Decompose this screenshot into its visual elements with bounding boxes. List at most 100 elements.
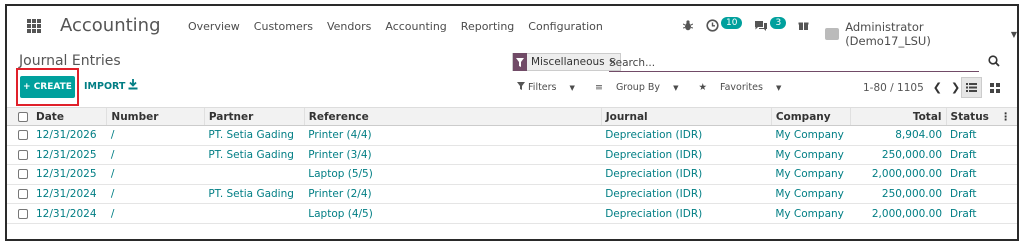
journal-entries-table: Date Number Partner Reference Journal Co…: [7, 107, 1017, 224]
caret-down-icon: ▼: [1010, 29, 1017, 39]
download-icon[interactable]: [128, 79, 138, 93]
chevron-left-icon[interactable]: ❮: [933, 81, 942, 94]
groupby-dropdown[interactable]: ≡ Group By ▼: [595, 82, 689, 93]
cell-partner[interactable]: PT. Setia Gading: [204, 125, 305, 146]
cell-company[interactable]: My Company: [771, 184, 851, 205]
cell-status[interactable]: Draft: [946, 164, 994, 185]
clock-icon[interactable]: [706, 19, 719, 35]
user-name: Administrator (Demo17_LSU): [845, 20, 931, 48]
cell-total[interactable]: 250,000.00: [850, 145, 947, 166]
favorites-dropdown[interactable]: ★ Favorites ▼: [698, 82, 791, 93]
cell-reference[interactable]: Printer (3/4): [304, 145, 602, 166]
filters-label: Filters: [528, 82, 557, 93]
cell-reference[interactable]: Laptop (5/5): [304, 164, 602, 185]
cell-total[interactable]: 2,000,000.00: [850, 203, 947, 224]
cell-status[interactable]: Draft: [946, 203, 994, 224]
gift-icon[interactable]: [798, 20, 809, 34]
app-window: Accounting Overview Customers Vendors Ac…: [5, 4, 1019, 241]
cell-partner[interactable]: [204, 164, 305, 185]
cell-status[interactable]: Draft: [946, 184, 994, 205]
column-journal[interactable]: Journal: [600, 107, 772, 126]
filters-dropdown[interactable]: Filters ▼: [517, 82, 585, 93]
cell-company[interactable]: My Company: [771, 145, 851, 166]
cell-number[interactable]: /: [106, 145, 205, 166]
cell-date[interactable]: 12/31/2024: [32, 203, 107, 224]
menu-item-customers[interactable]: Customers: [254, 20, 313, 33]
menu-item-reporting[interactable]: Reporting: [461, 20, 514, 33]
row-checkbox[interactable]: [7, 125, 32, 146]
cell-journal[interactable]: Depreciation (IDR): [601, 145, 772, 166]
chevron-right-icon[interactable]: ❯: [951, 81, 960, 94]
menu-item-overview[interactable]: Overview: [188, 20, 240, 33]
user-menu[interactable]: Administrator (Demo17_LSU) ▼: [825, 20, 1017, 48]
optional-columns-icon[interactable]: ⋮: [994, 107, 1017, 126]
pager-value[interactable]: 1-80 / 1105: [863, 82, 924, 94]
top-navbar: Accounting Overview Customers Vendors Ac…: [7, 6, 1017, 48]
cell-number[interactable]: /: [106, 184, 205, 205]
column-number[interactable]: Number: [106, 107, 205, 126]
cell-status[interactable]: Draft: [946, 145, 994, 166]
row-checkbox[interactable]: [7, 145, 32, 166]
cell-status[interactable]: Draft: [946, 125, 994, 146]
cell-journal[interactable]: Depreciation (IDR): [601, 184, 772, 205]
list-view-icon[interactable]: [961, 77, 982, 98]
table-row[interactable]: 12/31/2026 / PT. Setia Gading Printer (4…: [7, 125, 1017, 146]
column-total[interactable]: Total: [849, 107, 947, 126]
cell-number[interactable]: /: [106, 125, 205, 146]
search-input[interactable]: [609, 54, 979, 72]
bug-icon[interactable]: [682, 20, 694, 34]
select-all-checkbox[interactable]: [7, 107, 32, 126]
cell-date[interactable]: 12/31/2025: [32, 164, 107, 185]
cell-journal[interactable]: Depreciation (IDR): [601, 125, 772, 146]
pager: 1-80 / 1105 ❮ ❯: [863, 81, 960, 94]
cell-reference[interactable]: Laptop (4/5): [304, 203, 602, 224]
caret-down-icon: ▼: [775, 84, 782, 92]
breadcrumb: Journal Entries: [19, 53, 121, 69]
cell-number[interactable]: /: [106, 164, 205, 185]
cell-journal[interactable]: Depreciation (IDR): [601, 164, 772, 185]
cell-partner[interactable]: [204, 203, 305, 224]
main-menu: Overview Customers Vendors Accounting Re…: [188, 20, 617, 33]
cell-reference[interactable]: Printer (2/4): [304, 184, 602, 205]
messages-count-badge: 3: [770, 17, 787, 29]
cell-number[interactable]: /: [106, 203, 205, 224]
app-title[interactable]: Accounting: [60, 15, 161, 36]
cell-partner[interactable]: PT. Setia Gading: [204, 145, 305, 166]
cell-date[interactable]: 12/31/2025: [32, 145, 107, 166]
column-status[interactable]: Status: [945, 107, 994, 126]
filter-icon: [513, 53, 527, 71]
apps-menu-icon[interactable]: [27, 19, 41, 33]
cell-partner[interactable]: PT. Setia Gading: [204, 184, 305, 205]
row-checkbox[interactable]: [7, 184, 32, 205]
cell-total[interactable]: 2,000,000.00: [850, 164, 947, 185]
column-company[interactable]: Company: [770, 107, 851, 126]
column-partner[interactable]: Partner: [203, 107, 305, 126]
table-row[interactable]: 12/31/2025 / Laptop (5/5) Depreciation (…: [7, 164, 1017, 185]
create-button[interactable]: + CREATE: [20, 76, 75, 98]
cell-total[interactable]: 8,904.00: [850, 125, 947, 146]
chat-icon[interactable]: [754, 20, 768, 35]
row-checkbox[interactable]: [7, 164, 32, 185]
row-checkbox[interactable]: [7, 203, 32, 224]
import-button[interactable]: IMPORT: [84, 81, 125, 92]
table-row[interactable]: 12/31/2024 / PT. Setia Gading Printer (2…: [7, 184, 1017, 205]
search-icon[interactable]: [988, 55, 1000, 70]
cell-journal[interactable]: Depreciation (IDR): [601, 203, 772, 224]
menu-item-vendors[interactable]: Vendors: [327, 20, 371, 33]
cell-company[interactable]: My Company: [771, 164, 851, 185]
cell-total[interactable]: 250,000.00: [850, 184, 947, 205]
cell-company[interactable]: My Company: [771, 203, 851, 224]
cell-company[interactable]: My Company: [771, 125, 851, 146]
menu-item-configuration[interactable]: Configuration: [528, 20, 603, 33]
table-row[interactable]: 12/31/2025 / PT. Setia Gading Printer (3…: [7, 145, 1017, 166]
kanban-view-icon[interactable]: [984, 77, 1005, 98]
cell-date[interactable]: 12/31/2024: [32, 184, 107, 205]
column-date[interactable]: Date: [32, 107, 107, 126]
cell-date[interactable]: 12/31/2026: [32, 125, 107, 146]
list-icon: ≡: [594, 82, 603, 93]
cell-reference[interactable]: Printer (4/4): [304, 125, 602, 146]
avatar: [825, 28, 840, 40]
table-row[interactable]: 12/31/2024 / Laptop (4/5) Depreciation (…: [7, 203, 1017, 224]
menu-item-accounting[interactable]: Accounting: [385, 20, 446, 33]
column-reference[interactable]: Reference: [303, 107, 602, 126]
